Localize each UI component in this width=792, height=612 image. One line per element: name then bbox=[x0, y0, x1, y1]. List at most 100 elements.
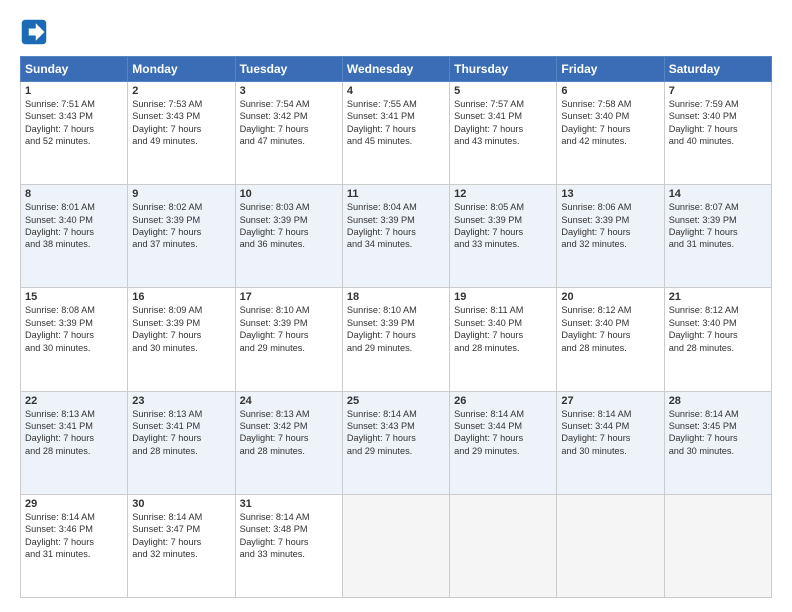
calendar-day-16: 16Sunrise: 8:09 AMSunset: 3:39 PMDayligh… bbox=[128, 288, 235, 391]
header bbox=[20, 18, 772, 46]
day-number: 28 bbox=[669, 395, 767, 407]
day-number: 5 bbox=[454, 85, 552, 97]
day-content: Sunrise: 8:06 AMSunset: 3:39 PMDaylight:… bbox=[561, 201, 659, 251]
calendar-day-1: 1Sunrise: 7:51 AMSunset: 3:43 PMDaylight… bbox=[21, 82, 128, 185]
day-number: 16 bbox=[132, 291, 230, 303]
calendar-day-21: 21Sunrise: 8:12 AMSunset: 3:40 PMDayligh… bbox=[664, 288, 771, 391]
day-content: Sunrise: 7:58 AMSunset: 3:40 PMDaylight:… bbox=[561, 98, 659, 148]
calendar-table: SundayMondayTuesdayWednesdayThursdayFrid… bbox=[20, 56, 772, 598]
day-number: 15 bbox=[25, 291, 123, 303]
day-content: Sunrise: 8:10 AMSunset: 3:39 PMDaylight:… bbox=[240, 304, 338, 354]
logo-icon bbox=[20, 18, 48, 46]
day-content: Sunrise: 7:59 AMSunset: 3:40 PMDaylight:… bbox=[669, 98, 767, 148]
day-content: Sunrise: 7:55 AMSunset: 3:41 PMDaylight:… bbox=[347, 98, 445, 148]
calendar-day-7: 7Sunrise: 7:59 AMSunset: 3:40 PMDaylight… bbox=[664, 82, 771, 185]
calendar-day-26: 26Sunrise: 8:14 AMSunset: 3:44 PMDayligh… bbox=[450, 391, 557, 494]
calendar-day-30: 30Sunrise: 8:14 AMSunset: 3:47 PMDayligh… bbox=[128, 494, 235, 597]
day-content: Sunrise: 8:11 AMSunset: 3:40 PMDaylight:… bbox=[454, 304, 552, 354]
calendar-day-3: 3Sunrise: 7:54 AMSunset: 3:42 PMDaylight… bbox=[235, 82, 342, 185]
calendar-day-9: 9Sunrise: 8:02 AMSunset: 3:39 PMDaylight… bbox=[128, 185, 235, 288]
day-content: Sunrise: 8:14 AMSunset: 3:45 PMDaylight:… bbox=[669, 408, 767, 458]
day-number: 18 bbox=[347, 291, 445, 303]
day-number: 19 bbox=[454, 291, 552, 303]
day-number: 1 bbox=[25, 85, 123, 97]
col-header-thursday: Thursday bbox=[450, 57, 557, 82]
calendar-week-4: 22Sunrise: 8:13 AMSunset: 3:41 PMDayligh… bbox=[21, 391, 772, 494]
col-header-sunday: Sunday bbox=[21, 57, 128, 82]
calendar-day-14: 14Sunrise: 8:07 AMSunset: 3:39 PMDayligh… bbox=[664, 185, 771, 288]
day-content: Sunrise: 8:12 AMSunset: 3:40 PMDaylight:… bbox=[561, 304, 659, 354]
calendar-day-31: 31Sunrise: 8:14 AMSunset: 3:48 PMDayligh… bbox=[235, 494, 342, 597]
day-content: Sunrise: 8:13 AMSunset: 3:41 PMDaylight:… bbox=[132, 408, 230, 458]
calendar-day-5: 5Sunrise: 7:57 AMSunset: 3:41 PMDaylight… bbox=[450, 82, 557, 185]
calendar-day-2: 2Sunrise: 7:53 AMSunset: 3:43 PMDaylight… bbox=[128, 82, 235, 185]
day-content: Sunrise: 8:13 AMSunset: 3:42 PMDaylight:… bbox=[240, 408, 338, 458]
calendar-day-20: 20Sunrise: 8:12 AMSunset: 3:40 PMDayligh… bbox=[557, 288, 664, 391]
calendar-day-22: 22Sunrise: 8:13 AMSunset: 3:41 PMDayligh… bbox=[21, 391, 128, 494]
calendar-day-28: 28Sunrise: 8:14 AMSunset: 3:45 PMDayligh… bbox=[664, 391, 771, 494]
calendar-day-25: 25Sunrise: 8:14 AMSunset: 3:43 PMDayligh… bbox=[342, 391, 449, 494]
col-header-tuesday: Tuesday bbox=[235, 57, 342, 82]
calendar-week-5: 29Sunrise: 8:14 AMSunset: 3:46 PMDayligh… bbox=[21, 494, 772, 597]
day-number: 2 bbox=[132, 85, 230, 97]
day-content: Sunrise: 8:09 AMSunset: 3:39 PMDaylight:… bbox=[132, 304, 230, 354]
day-content: Sunrise: 7:54 AMSunset: 3:42 PMDaylight:… bbox=[240, 98, 338, 148]
col-header-monday: Monday bbox=[128, 57, 235, 82]
calendar-day-11: 11Sunrise: 8:04 AMSunset: 3:39 PMDayligh… bbox=[342, 185, 449, 288]
day-number: 22 bbox=[25, 395, 123, 407]
day-content: Sunrise: 8:14 AMSunset: 3:44 PMDaylight:… bbox=[561, 408, 659, 458]
calendar-day-18: 18Sunrise: 8:10 AMSunset: 3:39 PMDayligh… bbox=[342, 288, 449, 391]
day-number: 4 bbox=[347, 85, 445, 97]
day-number: 20 bbox=[561, 291, 659, 303]
day-content: Sunrise: 8:07 AMSunset: 3:39 PMDaylight:… bbox=[669, 201, 767, 251]
day-number: 27 bbox=[561, 395, 659, 407]
day-number: 7 bbox=[669, 85, 767, 97]
calendar-day-23: 23Sunrise: 8:13 AMSunset: 3:41 PMDayligh… bbox=[128, 391, 235, 494]
day-number: 29 bbox=[25, 498, 123, 510]
calendar-day-10: 10Sunrise: 8:03 AMSunset: 3:39 PMDayligh… bbox=[235, 185, 342, 288]
calendar-day-4: 4Sunrise: 7:55 AMSunset: 3:41 PMDaylight… bbox=[342, 82, 449, 185]
day-number: 26 bbox=[454, 395, 552, 407]
calendar-day-27: 27Sunrise: 8:14 AMSunset: 3:44 PMDayligh… bbox=[557, 391, 664, 494]
day-content: Sunrise: 7:51 AMSunset: 3:43 PMDaylight:… bbox=[25, 98, 123, 148]
day-content: Sunrise: 8:12 AMSunset: 3:40 PMDaylight:… bbox=[669, 304, 767, 354]
day-content: Sunrise: 8:14 AMSunset: 3:48 PMDaylight:… bbox=[240, 511, 338, 561]
calendar-empty bbox=[557, 494, 664, 597]
calendar-day-8: 8Sunrise: 8:01 AMSunset: 3:40 PMDaylight… bbox=[21, 185, 128, 288]
calendar-day-15: 15Sunrise: 8:08 AMSunset: 3:39 PMDayligh… bbox=[21, 288, 128, 391]
day-content: Sunrise: 7:53 AMSunset: 3:43 PMDaylight:… bbox=[132, 98, 230, 148]
col-header-friday: Friday bbox=[557, 57, 664, 82]
day-content: Sunrise: 8:14 AMSunset: 3:46 PMDaylight:… bbox=[25, 511, 123, 561]
calendar-header-row: SundayMondayTuesdayWednesdayThursdayFrid… bbox=[21, 57, 772, 82]
day-number: 6 bbox=[561, 85, 659, 97]
day-content: Sunrise: 8:01 AMSunset: 3:40 PMDaylight:… bbox=[25, 201, 123, 251]
calendar-day-19: 19Sunrise: 8:11 AMSunset: 3:40 PMDayligh… bbox=[450, 288, 557, 391]
day-content: Sunrise: 8:10 AMSunset: 3:39 PMDaylight:… bbox=[347, 304, 445, 354]
day-number: 17 bbox=[240, 291, 338, 303]
calendar-day-12: 12Sunrise: 8:05 AMSunset: 3:39 PMDayligh… bbox=[450, 185, 557, 288]
day-content: Sunrise: 8:14 AMSunset: 3:47 PMDaylight:… bbox=[132, 511, 230, 561]
calendar-week-1: 1Sunrise: 7:51 AMSunset: 3:43 PMDaylight… bbox=[21, 82, 772, 185]
calendar-empty bbox=[342, 494, 449, 597]
day-number: 14 bbox=[669, 188, 767, 200]
day-number: 24 bbox=[240, 395, 338, 407]
day-number: 21 bbox=[669, 291, 767, 303]
day-content: Sunrise: 8:04 AMSunset: 3:39 PMDaylight:… bbox=[347, 201, 445, 251]
day-content: Sunrise: 8:14 AMSunset: 3:43 PMDaylight:… bbox=[347, 408, 445, 458]
col-header-saturday: Saturday bbox=[664, 57, 771, 82]
day-number: 3 bbox=[240, 85, 338, 97]
calendar-empty bbox=[450, 494, 557, 597]
day-number: 12 bbox=[454, 188, 552, 200]
calendar-day-24: 24Sunrise: 8:13 AMSunset: 3:42 PMDayligh… bbox=[235, 391, 342, 494]
day-number: 30 bbox=[132, 498, 230, 510]
day-content: Sunrise: 7:57 AMSunset: 3:41 PMDaylight:… bbox=[454, 98, 552, 148]
day-content: Sunrise: 8:05 AMSunset: 3:39 PMDaylight:… bbox=[454, 201, 552, 251]
logo bbox=[20, 18, 50, 46]
day-content: Sunrise: 8:13 AMSunset: 3:41 PMDaylight:… bbox=[25, 408, 123, 458]
calendar-day-6: 6Sunrise: 7:58 AMSunset: 3:40 PMDaylight… bbox=[557, 82, 664, 185]
calendar-week-3: 15Sunrise: 8:08 AMSunset: 3:39 PMDayligh… bbox=[21, 288, 772, 391]
day-number: 23 bbox=[132, 395, 230, 407]
calendar-day-13: 13Sunrise: 8:06 AMSunset: 3:39 PMDayligh… bbox=[557, 185, 664, 288]
day-number: 10 bbox=[240, 188, 338, 200]
calendar-day-29: 29Sunrise: 8:14 AMSunset: 3:46 PMDayligh… bbox=[21, 494, 128, 597]
